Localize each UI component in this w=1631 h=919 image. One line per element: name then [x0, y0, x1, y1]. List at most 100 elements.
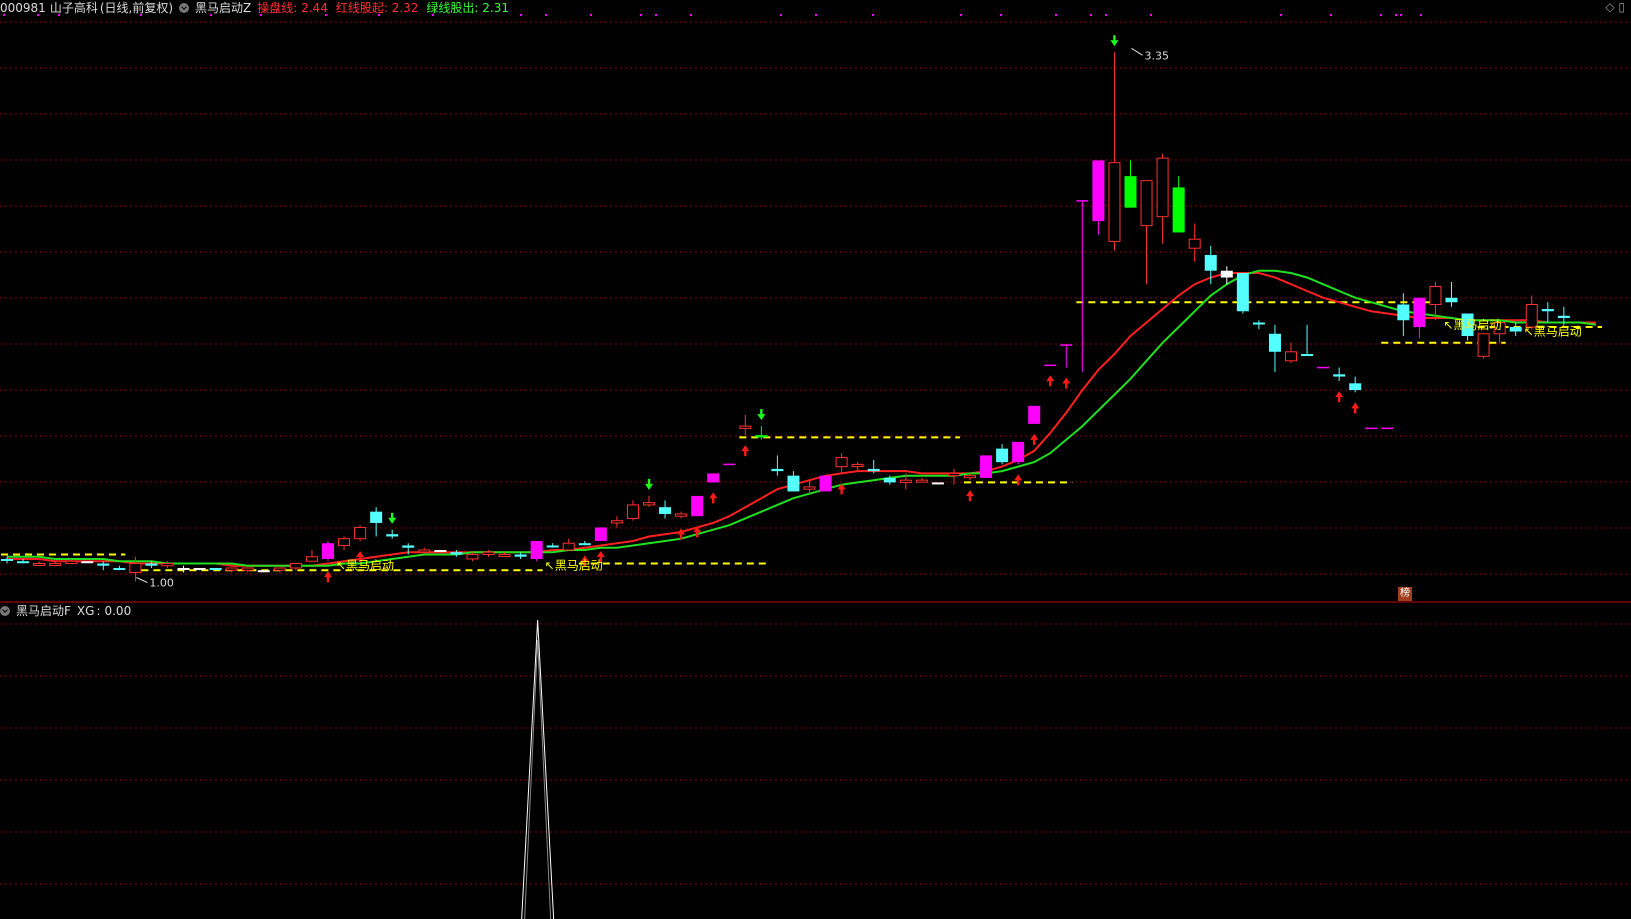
indicator-toggle-icon[interactable] [179, 3, 190, 13]
xg-value: 0.00 [104, 604, 132, 618]
candle-body [289, 562, 302, 569]
sub-indicator-toggle-icon[interactable] [0, 606, 10, 616]
candle-body [643, 502, 655, 506]
candle-body [1349, 383, 1362, 391]
candle-body [65, 560, 78, 564]
candle-body [209, 567, 222, 570]
up-arrow [1062, 377, 1071, 389]
candle-body [1301, 354, 1314, 357]
candle-body [466, 553, 479, 560]
candle-body [273, 567, 286, 571]
marker-dot [815, 14, 817, 16]
candle-body [1509, 327, 1522, 332]
up-arrow [966, 490, 974, 502]
signal-label: ↖黑马启动 [1524, 325, 1582, 339]
candle-body [386, 534, 399, 537]
candle-body [931, 482, 944, 485]
candle-body [530, 540, 543, 559]
candle-body [867, 468, 880, 472]
down-arrow [388, 512, 397, 524]
candle-body [835, 457, 848, 468]
candle-body [1445, 297, 1458, 303]
candle-body [113, 567, 126, 570]
marker-dot [690, 14, 692, 16]
up-arrow [1351, 402, 1360, 414]
up-arrow [709, 492, 718, 504]
diamond-icon[interactable]: ◇ ▯ [1605, 0, 1625, 14]
candle-body [1220, 270, 1233, 278]
indicator-item-2: 绿线股出: 2.31 [426, 1, 509, 15]
main-header: 000981 山子高科 (日线,前复权) 黑马启动Z 操盘线: 2.44 红线股起… [0, 0, 517, 16]
marker-dot [1090, 14, 1092, 16]
series-line-green [7, 269, 1597, 567]
high-price-label: 3.35 [1145, 49, 1170, 62]
indicator-name[interactable]: 黑马启动Z [195, 0, 251, 16]
candle-body [1156, 157, 1169, 218]
indicator-values: 操盘线: 2.44 红线股起: 2.32 绿线股出: 2.31 [257, 0, 517, 16]
candle-body [1252, 322, 1265, 325]
candle-body [418, 549, 431, 553]
up-arrow [324, 571, 332, 583]
candle-body [578, 543, 591, 546]
candle-body [1413, 297, 1426, 328]
candle-body [755, 435, 768, 438]
up-arrow [741, 445, 750, 457]
candle-body [1268, 333, 1281, 352]
candle-body [177, 567, 190, 570]
candle-body [819, 475, 832, 492]
candle-body [626, 504, 639, 519]
candle-body [1188, 238, 1201, 249]
candle-body [145, 563, 158, 566]
candle-body [739, 425, 752, 429]
candle-body [1285, 351, 1297, 362]
candle-body [1477, 333, 1490, 357]
marker-dot [1055, 14, 1057, 16]
candle-body [851, 463, 864, 468]
marker-dot [1150, 14, 1152, 16]
sub-indicator-name[interactable]: 黑马启动F [16, 603, 71, 619]
down-arrow [1110, 35, 1119, 47]
marker-dot [1105, 14, 1107, 16]
candle-body [915, 479, 928, 483]
candle-body [1429, 285, 1442, 306]
candle-body [338, 538, 351, 546]
candle-body [980, 455, 993, 478]
marker-dot [780, 14, 782, 16]
period-label[interactable]: (日线,前复权) [100, 0, 173, 16]
candle-body [1028, 405, 1041, 424]
indicator-item-0: 操盘线: 2.44 [257, 1, 328, 15]
candle-body [17, 561, 30, 564]
candle-body [193, 567, 206, 570]
candle-body [498, 553, 511, 557]
xg-label: XG [76, 604, 95, 618]
candle-body [691, 495, 704, 517]
candle-body [562, 542, 575, 551]
candle-body [81, 561, 94, 564]
candle-body [675, 513, 688, 517]
candle-body [1012, 441, 1025, 463]
candle-body [947, 472, 960, 477]
marker-dot [1395, 14, 1397, 16]
candle-body [354, 526, 367, 540]
marker-dot [545, 14, 547, 16]
candle-body [1397, 304, 1410, 321]
candle-body [996, 448, 1009, 463]
up-arrow [1335, 391, 1344, 403]
candle-body [370, 511, 383, 523]
marker-dot [1280, 14, 1282, 16]
candle-body [49, 562, 62, 566]
candle-body [707, 473, 720, 483]
candle-body [434, 549, 447, 552]
candle-body [1092, 160, 1105, 222]
annot-pointer [136, 577, 148, 583]
stock-code: 000981 [0, 1, 46, 15]
sub-header: 黑马启动F XG : 0.00 [0, 603, 137, 619]
marker-dot [872, 14, 874, 16]
rank-badge[interactable]: 榜 [1398, 587, 1412, 601]
indicator-item-1: 红线股起: 2.32 [335, 1, 419, 15]
candle-body [787, 475, 800, 492]
candle-body [1557, 315, 1570, 319]
candle-body [1124, 176, 1137, 208]
chart-svg[interactable]: 3.35 1.00 ↖黑马启动 ↖黑马启动 ↖黑马启动 ↖黑马启动 [0, 0, 1631, 919]
chart-window: 3.35 1.00 ↖黑马启动 ↖黑马启动 ↖黑马启动 ↖黑马启动 000981 山子高科… [0, 0, 1631, 919]
